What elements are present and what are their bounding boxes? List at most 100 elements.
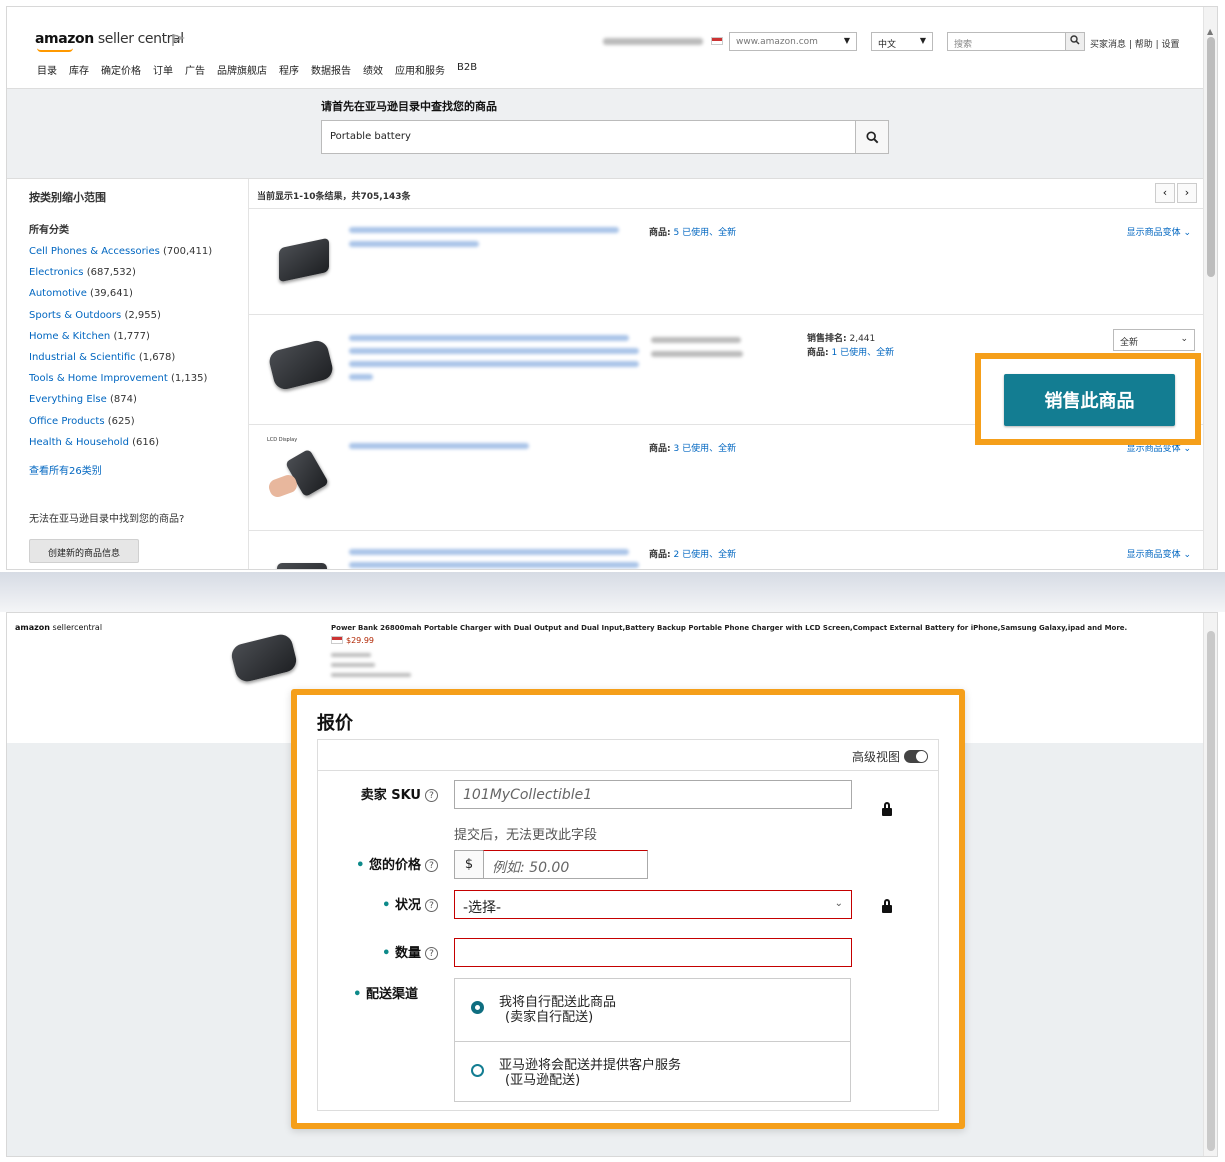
show-variants-link[interactable]: 显示商品变体 ⌄: [1127, 547, 1191, 560]
category-link[interactable]: Home & Kitchen (1,777): [29, 326, 212, 347]
toggle-switch[interactable]: [904, 750, 928, 763]
product-title-redacted[interactable]: [349, 374, 373, 380]
help-icon[interactable]: ?: [425, 947, 438, 960]
seller-central-logo[interactable]: amazon seller central: [35, 31, 184, 47]
category-link[interactable]: Industrial & Scientific (1,678): [29, 347, 212, 368]
category-link[interactable]: Office Products (625): [29, 411, 212, 432]
price-input[interactable]: 例如: 50.00: [483, 850, 648, 879]
product-title-redacted[interactable]: [349, 562, 639, 568]
show-variants-link[interactable]: 显示商品变体 ⌄: [1127, 225, 1191, 238]
offers-link[interactable]: 3 已使用、全新: [673, 444, 736, 454]
marketplace-select[interactable]: www.amazon.com ▼: [729, 32, 857, 51]
price-label-text: 您的价格: [368, 858, 421, 873]
scroll-up-icon[interactable]: ▲: [1207, 27, 1213, 36]
product-title-redacted[interactable]: [349, 361, 639, 367]
category-link[interactable]: Automotive (39,641): [29, 283, 212, 304]
header-search-button[interactable]: [1065, 32, 1085, 51]
category-name: Home & Kitchen: [29, 330, 111, 342]
price-label: • 您的价格?: [338, 854, 438, 873]
scrollbar-thumb[interactable]: [1207, 631, 1215, 1151]
nav-item-inventory[interactable]: 库存: [69, 62, 89, 77]
category-link[interactable]: Cell Phones & Accessories (700,411): [29, 241, 212, 262]
fulfillment-option-merchant[interactable]: 我将自行配送此商品 (卖家自行配送): [455, 979, 850, 1040]
offers-link[interactable]: 1 已使用、全新: [831, 348, 894, 358]
prev-page-button[interactable]: ‹: [1155, 183, 1175, 203]
scrollbar[interactable]: [1203, 613, 1217, 1156]
category-link[interactable]: Electronics (687,532): [29, 262, 212, 283]
condition-select-value: -选择-: [463, 900, 502, 916]
scrollbar-thumb[interactable]: [1207, 37, 1215, 277]
seller-central-logo[interactable]: amazon sellercentral: [15, 623, 102, 632]
product-image[interactable]: [267, 338, 335, 392]
radio-selected-icon[interactable]: [471, 1001, 484, 1014]
product-image[interactable]: [279, 237, 329, 283]
product-title-redacted[interactable]: [349, 227, 619, 233]
nav-item-b2b[interactable]: B2B: [457, 62, 477, 77]
next-page-button[interactable]: ›: [1177, 183, 1197, 203]
condition-select-value: 全新: [1120, 338, 1139, 348]
panel-divider: [0, 572, 1225, 612]
offers-summary: 商品: 5 已使用、全新: [649, 225, 736, 238]
product-title-redacted[interactable]: [349, 335, 629, 341]
product-id-redacted: [651, 337, 741, 343]
required-marker: •: [353, 987, 366, 1002]
help-icon[interactable]: ?: [425, 789, 438, 802]
chevron-down-icon: ⌄: [834, 898, 843, 909]
fulfillment-option-amazon[interactable]: 亚马逊将会配送并提供客户服务 (亚马逊配送): [455, 1041, 850, 1102]
catalog-search-input[interactable]: Portable battery: [321, 120, 857, 154]
sku-input[interactable]: 101MyCollectible1: [454, 780, 852, 809]
scrollbar[interactable]: ▲: [1203, 7, 1217, 569]
nav-item-performance[interactable]: 绩效: [363, 62, 383, 77]
product-id-redacted: [651, 351, 743, 357]
sidebar-all-categories[interactable]: 所有分类: [29, 221, 69, 236]
header-links[interactable]: 买家消息 | 帮助 | 设置: [1090, 37, 1180, 50]
category-link[interactable]: Sports & Outdoors (2,955): [29, 305, 212, 326]
nav-item-apps[interactable]: 应用和服务: [395, 62, 445, 77]
create-listing-button[interactable]: 创建新的商品信息: [29, 539, 139, 563]
store-name-redacted: [603, 38, 703, 45]
product-title-redacted[interactable]: [349, 549, 629, 555]
condition-select[interactable]: 全新 ⌄: [1113, 329, 1195, 351]
offer-form-panel: amazon sellercentral Power Bank 26800mah…: [6, 612, 1218, 1157]
offers-link[interactable]: 5 已使用、全新: [673, 228, 736, 238]
nav-item-catalog[interactable]: 目录: [37, 62, 57, 77]
offers-link[interactable]: 2 已使用、全新: [673, 550, 736, 560]
condition-label: • 状况?: [338, 894, 438, 913]
product-title-redacted[interactable]: [349, 241, 479, 247]
header-search-input[interactable]: 搜索: [947, 32, 1067, 51]
product-title-redacted[interactable]: [349, 443, 529, 449]
category-count: (874): [109, 394, 137, 406]
nav-item-reports[interactable]: 数据报告: [311, 62, 351, 77]
nav-item-orders[interactable]: 订单: [153, 62, 173, 77]
condition-select[interactable]: -选择- ⌄: [454, 890, 852, 919]
nav-item-advertising[interactable]: 广告: [185, 62, 205, 77]
category-link[interactable]: Tools & Home Improvement (1,135): [29, 368, 212, 389]
sell-this-product-button[interactable]: 销售此商品: [1004, 374, 1175, 426]
nav-item-pricing[interactable]: 确定价格: [101, 62, 141, 77]
quantity-input[interactable]: [454, 938, 852, 967]
advanced-view-toggle[interactable]: 高级视图: [852, 748, 928, 765]
category-count: (2,955): [124, 309, 161, 321]
category-count: (700,411): [163, 246, 213, 257]
fulfillment-option-title: 我将自行配送此商品: [499, 995, 617, 1010]
radio-unselected-icon[interactable]: [471, 1064, 484, 1077]
divider: [318, 770, 938, 771]
product-title-redacted[interactable]: [349, 348, 639, 354]
category-count: (39,641): [90, 288, 133, 300]
language-select[interactable]: 中文 ▼: [871, 32, 933, 51]
category-link[interactable]: Everything Else (874): [29, 389, 212, 410]
catalog-search-button[interactable]: [855, 120, 889, 154]
product-image[interactable]: [277, 563, 327, 569]
nav-item-stores[interactable]: 品牌旗舰店: [217, 62, 267, 77]
nav-item-programs[interactable]: 程序: [279, 62, 299, 77]
category-link[interactable]: Health & Household (616): [29, 432, 212, 453]
help-icon[interactable]: ?: [425, 899, 438, 912]
offer-form-body: 高级视图 卖家 SKU? 101MyCollectible1 提交后，无法更改此…: [317, 739, 939, 1111]
sku-hint: 提交后，无法更改此字段: [454, 828, 598, 843]
product-price: $29.99: [331, 635, 374, 645]
flag-icon[interactable]: [171, 33, 185, 47]
category-count: (625): [107, 415, 135, 427]
product-id-redacted: [331, 663, 375, 667]
see-all-categories-link[interactable]: 查看所有26类别: [29, 462, 102, 477]
help-icon[interactable]: ?: [425, 859, 438, 872]
